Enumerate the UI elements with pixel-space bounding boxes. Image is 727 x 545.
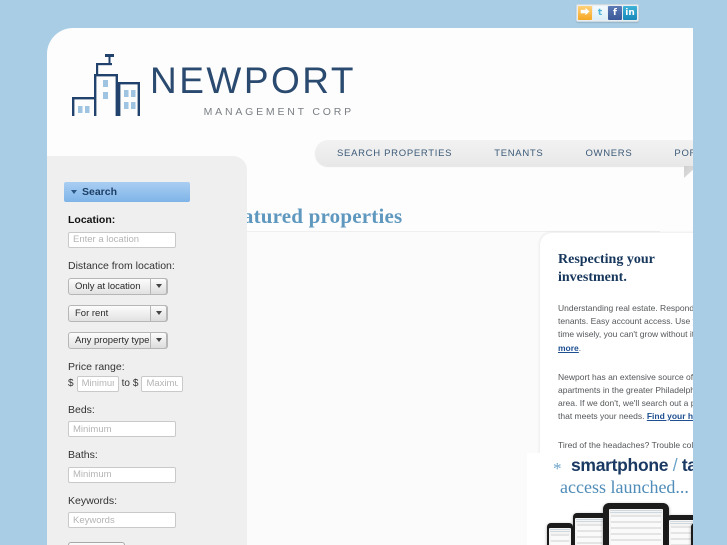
page-root: NEWPORT MANAGEMENT CORP SEARCH PROPERTIE… <box>0 0 727 545</box>
chevron-down-icon[interactable] <box>150 277 167 295</box>
keywords-field-group: Keywords: <box>68 494 229 528</box>
page-canvas: NEWPORT MANAGEMENT CORP SEARCH PROPERTIE… <box>47 28 727 545</box>
price-min-currency: $ <box>68 378 74 389</box>
listing-type-select[interactable]: For rent <box>68 304 168 322</box>
beds-field-group: Beds: <box>68 403 229 437</box>
promo-star-icon: * <box>553 459 562 478</box>
title-divider <box>210 231 660 232</box>
beds-label: Beds: <box>68 403 95 416</box>
property-type-select[interactable]: Any property type <box>68 331 168 349</box>
sidebar-search-header-label: Search <box>82 186 118 198</box>
twitter-icon[interactable]: t <box>593 6 607 20</box>
tablet-device <box>603 503 669 545</box>
price-max-input[interactable] <box>141 375 184 392</box>
distance-select[interactable]: Only at location <box>68 277 168 295</box>
background-left-strip <box>0 0 47 545</box>
price-min-input[interactable] <box>76 375 119 392</box>
phone-device-2 <box>573 513 606 545</box>
promo-word-smartphone: smartphone <box>571 455 669 475</box>
listing-type-select-value: For rent <box>75 307 109 319</box>
promo-slash: / <box>672 455 678 475</box>
chevron-down-icon[interactable] <box>150 331 167 349</box>
keywords-input[interactable] <box>68 512 176 528</box>
nav-owners[interactable]: OWNERS <box>585 148 632 159</box>
nav-tenants[interactable]: TENANTS <box>494 148 543 159</box>
baths-input[interactable] <box>68 466 176 483</box>
distance-field-group: Distance from location: Only at location <box>68 260 229 295</box>
phone-device-1 <box>547 523 573 545</box>
price-range-between: to <box>121 378 130 389</box>
location-input[interactable] <box>68 231 176 248</box>
buildings-logo-icon <box>72 54 140 116</box>
price-range-group: Price range: $ to $ <box>68 361 229 392</box>
info-card-p1-text: Understanding real estate. Responding to… <box>558 303 715 340</box>
distance-select-value: Only at location <box>75 280 141 292</box>
baths-field-group: Baths: <box>68 449 229 483</box>
location-label: Location: <box>68 214 116 226</box>
chevron-down-icon <box>71 190 77 194</box>
site-logo[interactable]: NEWPORT MANAGEMENT CORP <box>72 46 356 118</box>
facebook-icon[interactable]: f <box>608 6 622 20</box>
distance-label: Distance from location: <box>68 259 175 272</box>
property-type-select-value: Any property type <box>75 334 150 346</box>
price-max-currency: $ <box>132 378 139 389</box>
chevron-down-icon[interactable] <box>150 304 167 322</box>
promo-headline-line2: access launched... <box>560 477 689 497</box>
sidebar-search-header[interactable]: Search <box>64 182 190 202</box>
main-navigation: SEARCH PROPERTIES TENANTS OWNERS PORTAL <box>315 140 715 166</box>
beds-input[interactable] <box>68 421 176 437</box>
logo-title: NEWPORT <box>150 60 356 101</box>
price-range-label: Price range: <box>68 360 125 373</box>
keywords-label: Keywords: <box>68 494 118 507</box>
sidebar: Search Location: Distance from location:… <box>47 156 247 545</box>
linkedin-icon[interactable]: in <box>623 6 637 20</box>
social-share-bar: ⮕ t f in <box>576 4 639 22</box>
location-field-group: Location: <box>68 214 229 248</box>
share-icon[interactable]: ⮕ <box>578 6 592 20</box>
logo-tagline: MANAGEMENT CORP <box>203 106 354 118</box>
background-right-strip <box>693 0 727 545</box>
baths-label: Baths: <box>68 449 98 461</box>
nav-search-properties[interactable]: SEARCH PROPERTIES <box>337 148 452 159</box>
info-card-p1-tail: . <box>578 342 582 353</box>
